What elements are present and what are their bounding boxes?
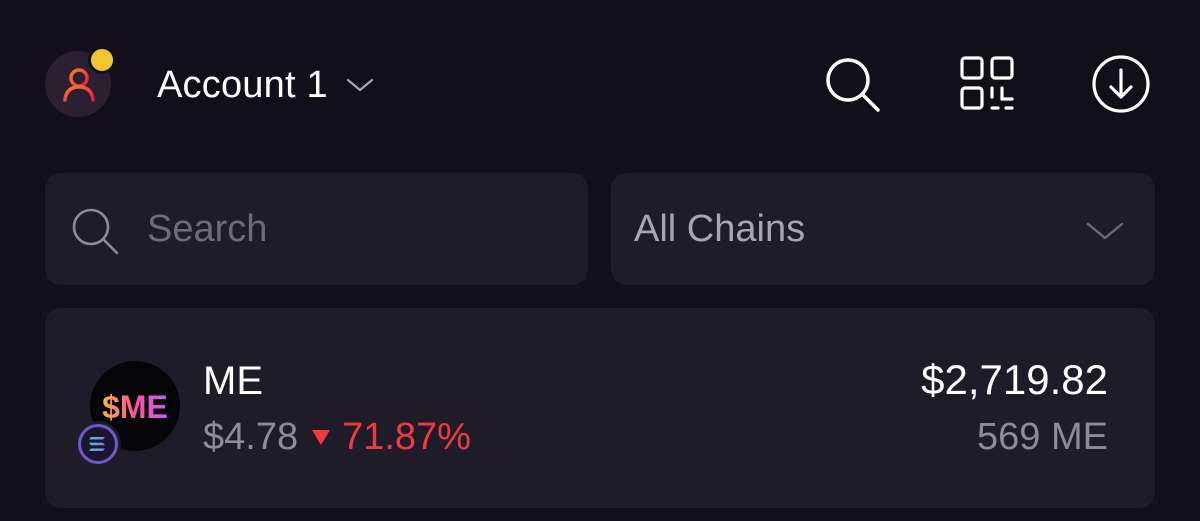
search-icon — [72, 208, 119, 255]
token-balance: 569 ME — [977, 416, 1108, 458]
search-icon — [826, 58, 880, 112]
token-price-change: 71.87% — [342, 415, 471, 458]
search-box[interactable] — [45, 173, 588, 285]
token-price-row: $4.78 71.87% — [203, 412, 471, 462]
qr-code-icon — [960, 56, 1014, 110]
chevron-down-icon — [346, 78, 373, 92]
chain-filter-dropdown[interactable]: All Chains — [611, 173, 1155, 285]
chain-filter-value: All Chains — [634, 208, 806, 250]
receive-button[interactable] — [1091, 54, 1151, 114]
token-row[interactable]: $ME ME $4.78 71.87% $2,719.82 569 ME — [45, 308, 1155, 508]
token-price: $4.78 — [203, 415, 299, 458]
search-input[interactable] — [147, 173, 567, 285]
account-switcher[interactable]: Account 1 — [157, 60, 374, 110]
chevron-down-icon — [1086, 222, 1124, 240]
triangle-down-icon — [312, 429, 331, 445]
account-name: Account 1 — [157, 63, 328, 106]
solana-icon — [81, 427, 115, 461]
notification-dot — [88, 46, 116, 74]
token-fiat-value: $2,719.82 — [921, 356, 1108, 403]
qr-code-button[interactable] — [957, 54, 1017, 114]
search-button[interactable] — [822, 54, 882, 114]
token-symbol: ME — [203, 359, 263, 403]
wallet-screen: Account 1 Search All Chains $ME ME $4.78… — [0, 0, 1200, 521]
solana-chain-badge — [75, 421, 121, 467]
svg-text:$ME: $ME — [102, 389, 168, 425]
receive-download-icon — [1092, 55, 1150, 113]
